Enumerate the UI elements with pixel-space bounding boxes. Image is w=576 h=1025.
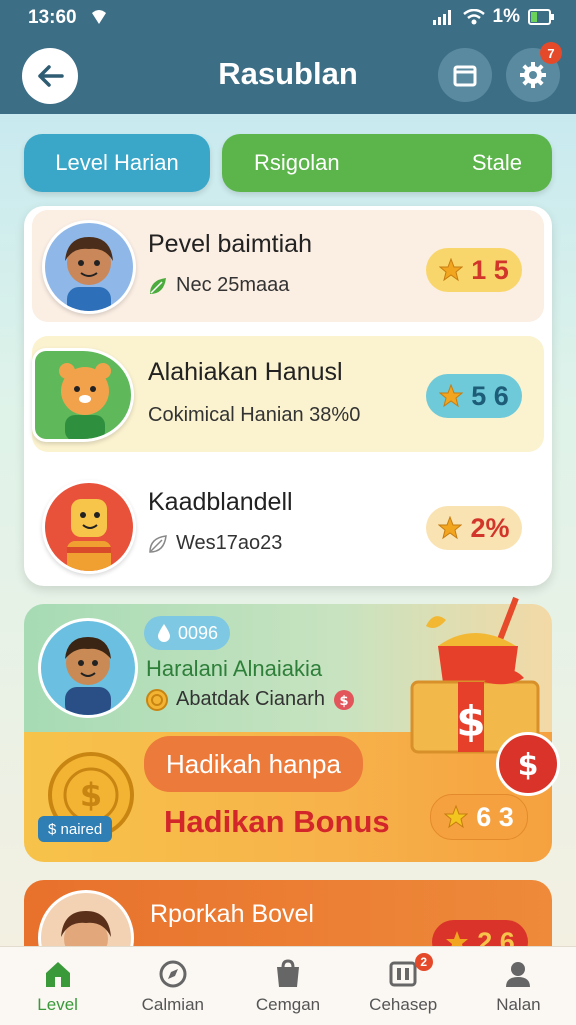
settings-badge: 7	[540, 42, 562, 64]
person-icon	[506, 962, 531, 987]
gear-icon	[520, 62, 546, 88]
star-icon	[439, 258, 464, 282]
wifi-icon	[462, 9, 485, 25]
item-name: Alahiakan Hanusl	[148, 358, 343, 386]
cash-badge-icon: $	[333, 689, 354, 710]
leaderboard-card: Pevel baimtiah Nec 25maaa 1 5 Alahiakan …	[24, 206, 552, 586]
score-value: 2%	[470, 512, 510, 543]
avatar	[32, 348, 134, 442]
list-item[interactable]: Alahiakan Hanusl Cokimical Hanian 38%0 5…	[32, 336, 544, 452]
home-icon	[45, 962, 70, 987]
score-pill: 1 5	[426, 248, 522, 292]
leaf-outline-icon	[149, 534, 167, 553]
score-pill: 2%	[426, 506, 522, 550]
nav-item-cehasep[interactable]: 2 Cehasep	[346, 947, 461, 1025]
bonus-name: Haralani Alnaiakia	[146, 656, 323, 681]
battery-icon	[528, 9, 554, 25]
star-icon	[444, 805, 469, 829]
nav-item-level[interactable]: Level	[0, 947, 115, 1025]
item-name: Rporkah Bovel	[150, 900, 314, 928]
star-icon	[438, 516, 463, 540]
score-value: 5 6	[471, 380, 509, 411]
signal-icon	[432, 10, 451, 25]
status-time: 13:60	[28, 7, 77, 28]
item-sub: Nec 25maaa	[148, 274, 289, 297]
item-sub-text: Cokimical Hanian 38%0	[148, 404, 361, 426]
cards-icon	[389, 961, 417, 987]
svg-text:$: $	[456, 697, 485, 746]
list-item[interactable]: Pevel baimtiah Nec 25maaa 1 5	[32, 210, 544, 322]
shop-icon	[277, 959, 299, 987]
list-item[interactable]: Kaadblandell Wes17ao23 2%	[32, 468, 544, 580]
score-pill: 6 3	[430, 794, 528, 840]
bonus-sub: Abatdak Cianarh $	[146, 688, 355, 711]
coin-label: $ naired	[38, 816, 113, 842]
app-header: Rasublan 7	[0, 36, 576, 114]
window-icon	[453, 65, 477, 87]
leaf-icon	[150, 277, 166, 294]
coin-icon	[146, 688, 168, 711]
tab-level-harian[interactable]: Level Harian	[24, 134, 210, 192]
status-bar: 13:60 1%	[0, 0, 576, 36]
nav-item-cemgan[interactable]: Cemgan	[230, 947, 345, 1025]
location-icon	[92, 10, 106, 24]
bonus-headline: Hadikan Bonus	[164, 804, 390, 839]
item-name: Kaadblandell	[148, 488, 293, 516]
window-button[interactable]	[438, 48, 492, 102]
battery-percent: 1%	[492, 6, 520, 27]
tab-label: Rsigolan	[254, 150, 340, 175]
avatar	[42, 480, 136, 574]
tab-rsigolan[interactable]: Rsigolan Stale	[222, 134, 552, 192]
svg-text:$: $	[339, 694, 348, 709]
status-icons: 1%	[432, 6, 554, 28]
nav-label: Calmian	[141, 995, 204, 1014]
settings-button[interactable]: 7	[506, 42, 562, 102]
item-sub-text: Nec 25maaa	[176, 274, 290, 296]
item-name: Pevel baimtiah	[148, 230, 312, 258]
bonus-sub-text: Abatdak Cianarh	[176, 688, 325, 710]
nav-item-calmian[interactable]: Calmian	[115, 947, 230, 1025]
nav-badge: 2	[414, 953, 433, 971]
compass-icon	[159, 960, 187, 988]
drop-badge: 0096	[144, 616, 231, 650]
bottom-nav: Level Calmian Cemgan 2 Cehasep Nalan	[0, 946, 576, 1025]
avatar	[42, 220, 136, 314]
water-drop-icon	[158, 624, 170, 642]
tab-stale-label: Stale	[471, 150, 522, 175]
nav-item-nalan[interactable]: Nalan	[461, 947, 576, 1025]
item-sub-text: Wes17ao23	[176, 532, 283, 554]
drop-badge-text: 0096	[178, 622, 219, 643]
nav-label: Cehasep	[369, 995, 438, 1014]
bonus-pill-button[interactable]: Hadikah hanpa	[144, 736, 363, 792]
item-sub: Cokimical Hanian 38%0	[148, 404, 360, 427]
score-value: 1 5	[471, 254, 509, 285]
dollar-icon: $	[518, 748, 539, 781]
tab-label: Level Harian	[55, 150, 179, 175]
bonus-card[interactable]: 0096 Haralani Alnaiakia Abatdak Cianarh …	[24, 596, 560, 862]
nav-label: Level	[37, 995, 78, 1014]
dollar-button[interactable]: $	[496, 732, 560, 796]
item-sub: Wes17ao23	[148, 532, 282, 555]
score-value: 6 3	[476, 801, 514, 832]
svg-text:$: $	[80, 776, 102, 814]
nav-label: Nalan	[496, 995, 541, 1014]
nav-label: Cemgan	[255, 995, 321, 1014]
score-pill: 5 6	[426, 374, 522, 418]
svg-text:$: $	[518, 748, 539, 781]
avatar	[38, 618, 138, 718]
star-icon	[439, 384, 464, 408]
